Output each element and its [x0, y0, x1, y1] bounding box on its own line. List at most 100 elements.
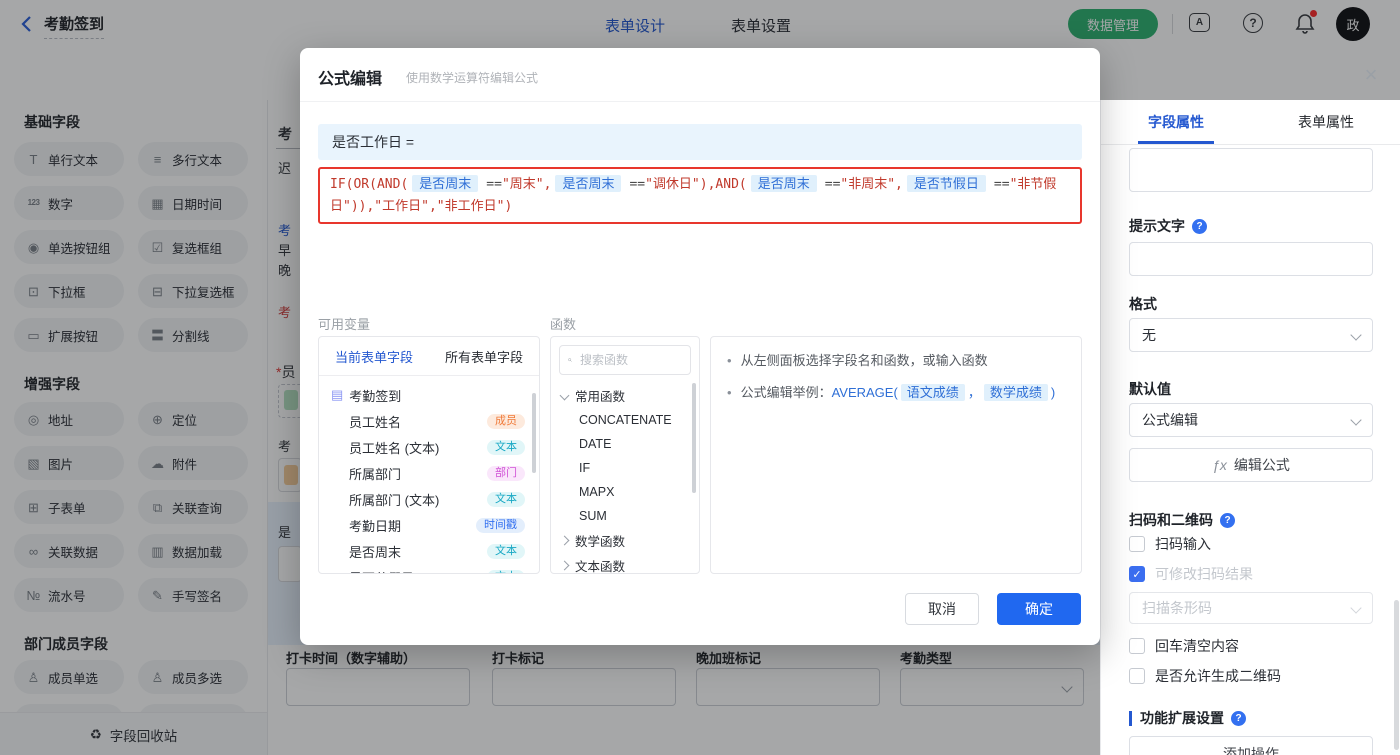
hint-text-input[interactable]: [1129, 242, 1373, 276]
modal-title: 公式编辑: [318, 71, 383, 88]
formula-variable[interactable]: 是否周末: [412, 175, 479, 192]
confirm-button[interactable]: 确定: [997, 593, 1081, 625]
variable-form-node[interactable]: ▤ 考勤签到: [319, 382, 539, 408]
modal-subtitle: 使用数学运算符编辑公式: [406, 71, 539, 85]
variable-row[interactable]: 所属部门 部门: [319, 460, 539, 486]
formula-string: "周末",: [501, 177, 552, 192]
formula-input[interactable]: IF(OR(AND(是否周末 =="周末", 是否周末 =="调休日"),AND(是否…: [318, 167, 1082, 224]
chevron-down-icon: [559, 390, 570, 401]
chevron-down-icon: [1350, 329, 1362, 341]
tab-all-form-fields[interactable]: 所有表单字段: [429, 347, 539, 366]
field-type-tag: 文本: [487, 439, 525, 455]
checkbox-enter-clear[interactable]: 回车清空内容: [1129, 636, 1239, 656]
formula-variable[interactable]: 是否周末: [555, 175, 622, 192]
add-action-button[interactable]: 添加操作: [1129, 736, 1373, 755]
formula-string: "非周末",: [840, 177, 903, 192]
variable-row[interactable]: 考勤日期 时间戳: [319, 512, 539, 538]
close-icon[interactable]: ×: [1358, 62, 1384, 88]
function-search[interactable]: [559, 345, 691, 375]
function-group-text[interactable]: 文本函数: [551, 553, 699, 573]
example-variable-pill: 数学成绩: [983, 384, 1048, 401]
variable-row[interactable]: 员工姓名 (文本) 文本: [319, 434, 539, 460]
field-type-tag: 成员: [487, 413, 525, 429]
formula-operator: ==: [824, 177, 841, 192]
function-group-common[interactable]: 常用函数: [551, 383, 699, 408]
variable-row[interactable]: 是否周末 文本: [319, 538, 539, 564]
panel-tabs: 字段属性 表单属性: [1101, 100, 1400, 145]
document-icon: ▤: [331, 387, 344, 402]
formula-keyword: IF(OR(AND(: [330, 177, 409, 192]
edit-formula-button[interactable]: ƒx 编辑公式: [1129, 448, 1373, 482]
tab-form-properties[interactable]: 表单属性: [1251, 100, 1400, 144]
checkbox-scan-input[interactable]: 扫码输入: [1129, 534, 1211, 554]
default-value-label: 默认值: [1129, 381, 1171, 397]
cancel-button[interactable]: 取消: [905, 593, 979, 625]
formula-operator: ==: [629, 177, 646, 192]
checkbox-unchecked[interactable]: [1129, 536, 1145, 552]
modal-header: 公式编辑 使用数学运算符编辑公式 ×: [300, 48, 1377, 102]
variables-scrollbar[interactable]: [532, 393, 536, 473]
hint-text-label: 提示文字?: [1129, 216, 1207, 236]
field-type-tag: 时间戳: [476, 517, 525, 533]
function-item[interactable]: SUM: [551, 504, 699, 528]
function-item[interactable]: MAPX: [551, 480, 699, 504]
formula-operator: ==: [993, 177, 1010, 192]
tab-field-properties[interactable]: 字段属性: [1101, 100, 1251, 144]
formula-editor-modal: 公式编辑 使用数学运算符编辑公式 × 是否工作日 = IF(OR(AND(是否周…: [300, 48, 1377, 645]
variables-tabs: 当前表单字段 所有表单字段: [319, 337, 539, 376]
variables-panel: 当前表单字段 所有表单字段 ▤ 考勤签到 员工姓名 成员 员工姓名 (文本) 文本 …: [318, 336, 540, 574]
question-icon[interactable]: ?: [1192, 218, 1207, 234]
format-select[interactable]: 无: [1129, 318, 1373, 352]
checkbox-modify-scan[interactable]: ✓ 可修改扫码结果: [1129, 564, 1253, 584]
functions-label: 函数: [550, 317, 577, 332]
field-type-tag: 文本: [487, 543, 525, 559]
default-value-select[interactable]: 公式编辑: [1129, 403, 1373, 437]
scan-section-title: 扫码和二维码?: [1129, 510, 1235, 530]
fx-icon: ƒx: [1212, 457, 1227, 473]
panel-scrollbar[interactable]: [1394, 600, 1399, 750]
formula-target-bar: 是否工作日 =: [318, 124, 1082, 160]
formula-variable[interactable]: 是否周末: [750, 175, 817, 192]
formula-variable[interactable]: 是否节假日: [906, 175, 986, 192]
field-type-tag: 文本: [487, 491, 525, 507]
functions-scrollbar[interactable]: [692, 383, 696, 493]
question-icon[interactable]: ?: [1231, 710, 1246, 726]
question-icon[interactable]: ?: [1220, 512, 1235, 528]
function-item[interactable]: IF: [551, 456, 699, 480]
variable-row[interactable]: 所属部门 (文本) 文本: [319, 486, 539, 512]
field-type-tag: 部门: [487, 465, 525, 481]
function-group-math[interactable]: 数学函数: [551, 528, 699, 553]
checkbox-checked[interactable]: ✓: [1129, 566, 1145, 582]
formula-operator: ==: [486, 177, 502, 192]
description-textarea[interactable]: [1129, 148, 1373, 192]
search-icon: [568, 358, 572, 362]
extension-section-title: 功能扩展设置?: [1129, 708, 1246, 728]
chevron-down-icon: [1350, 602, 1362, 614]
tip-line-example: • 公式编辑举例：AVERAGE(语文成绩，数学成绩): [727, 384, 1056, 401]
section-accent-bar: [1129, 710, 1132, 726]
function-item[interactable]: CONCATENATE: [551, 408, 699, 432]
variable-row[interactable]: 是否节假日文本: [319, 564, 539, 573]
check-icon: ✓: [1132, 568, 1142, 581]
tip-line: • 从左侧面板选择字段名和函数，或输入函数: [727, 353, 988, 368]
chevron-right-icon: [559, 535, 570, 546]
chevron-right-icon: [559, 560, 570, 571]
format-label: 格式: [1129, 296, 1157, 312]
example-variable-pill: 语文成绩: [900, 384, 965, 401]
chevron-down-icon: [1350, 414, 1362, 426]
search-input[interactable]: [578, 352, 682, 368]
checkbox-allow-qrcode[interactable]: 是否允许生成二维码: [1129, 666, 1281, 686]
tips-panel: • 从左侧面板选择字段名和函数，或输入函数 • 公式编辑举例：AVERAGE(语…: [710, 336, 1082, 574]
function-item[interactable]: DATE: [551, 432, 699, 456]
tab-current-form-fields[interactable]: 当前表单字段: [319, 347, 429, 366]
formula-string: "调休日"),AND(: [645, 177, 747, 192]
checkbox-unchecked[interactable]: [1129, 668, 1145, 684]
field-type-tag: 文本: [487, 569, 525, 573]
variable-row[interactable]: 员工姓名 成员: [319, 408, 539, 434]
scan-type-select[interactable]: 扫描条形码: [1129, 592, 1373, 624]
property-panel: 字段属性 表单属性 提示文字? 格式 无 默认值 公式编辑 ƒx 编辑公式 扫码…: [1100, 100, 1400, 755]
app-root: 考勤签到 表单设计 表单设置 数据管理 A ? 政 ⊘ 表单外链 / 后端脚本 …: [0, 0, 1400, 755]
functions-panel: 常用函数 CONCATENATE DATE IF MAPX SUM 数学函数 文…: [550, 336, 700, 574]
checkbox-unchecked[interactable]: [1129, 638, 1145, 654]
variables-label: 可用变量: [318, 317, 371, 332]
